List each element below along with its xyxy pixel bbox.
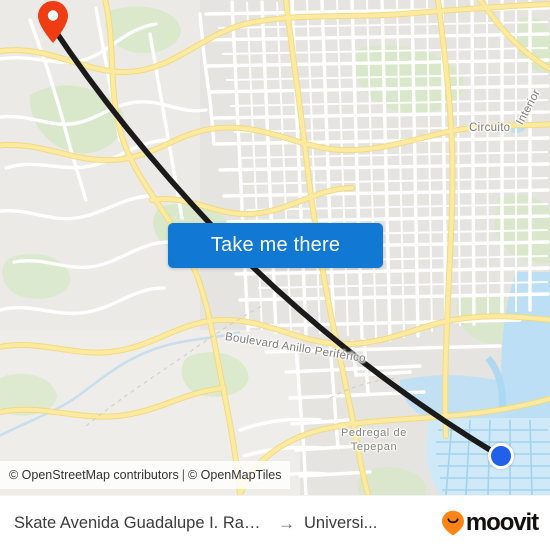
trip-bottom-bar: Skate Avenida Guadalupe I. Ramírez Tie..… (0, 495, 550, 550)
moovit-pin-icon (441, 510, 464, 536)
map-attribution: © OpenStreetMap contributors | © OpenMap… (0, 461, 291, 489)
trip-summary[interactable]: Skate Avenida Guadalupe I. Ramírez Tie..… (14, 514, 377, 533)
moovit-wordmark: moovit (465, 509, 539, 536)
moovit-logo[interactable]: moovit (441, 509, 539, 536)
map-canvas[interactable]: Boulevard Anillo Periférico Circuito Int… (0, 0, 550, 495)
attribution-openmaptiles[interactable]: © OpenMapTiles (188, 468, 282, 482)
trip-origin-label: Skate Avenida Guadalupe I. Ramírez Tie..… (14, 513, 269, 532)
destination-dot-icon[interactable] (488, 443, 514, 469)
arrow-right-icon: → (278, 513, 295, 533)
trip-destination-label: Universi... (304, 513, 378, 532)
map-screen: Boulevard Anillo Periférico Circuito Int… (0, 0, 550, 550)
attribution-osm[interactable]: © OpenStreetMap contributors (9, 468, 179, 482)
take-me-there-button[interactable]: Take me there (168, 223, 383, 268)
attribution-separator: | (181, 468, 185, 482)
